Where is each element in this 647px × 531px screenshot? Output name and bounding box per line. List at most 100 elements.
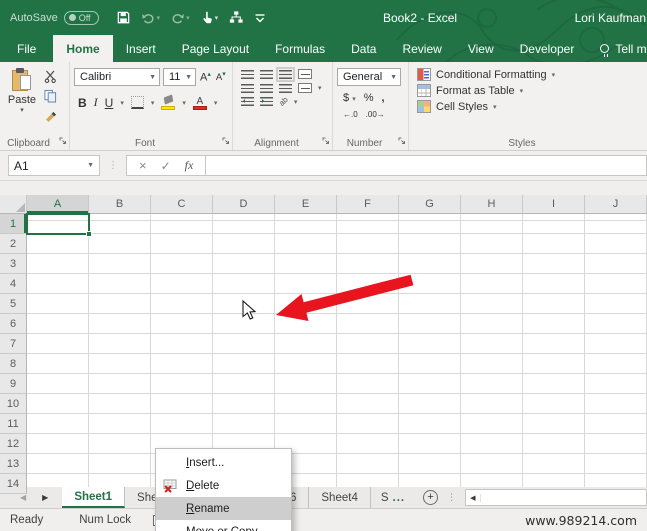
horizontal-scrollbar[interactable]: ◀ (465, 489, 647, 506)
align-center-button[interactable] (260, 84, 273, 93)
row-header[interactable]: 10 (0, 394, 27, 414)
italic-button[interactable]: I (94, 95, 98, 110)
redo-dropdown-icon[interactable]: ▾ (186, 14, 190, 22)
ribbon-tab[interactable]: Home (53, 35, 112, 62)
number-format-select[interactable]: General▼ (337, 68, 401, 86)
context-menu-item[interactable]: Delete (156, 474, 291, 497)
new-sheet-button[interactable]: + (423, 490, 438, 505)
formula-input[interactable] (206, 155, 647, 176)
redo-icon[interactable]: ▾ (167, 9, 193, 27)
touch-mode-dropdown-icon[interactable]: ▾ (215, 14, 219, 22)
row-header[interactable]: 14 (0, 474, 27, 494)
scroll-sheets-right-icon[interactable]: ▶ (42, 493, 48, 502)
select-all-corner[interactable] (0, 195, 27, 214)
ribbon-tab[interactable]: Tell m (587, 35, 646, 62)
orientation-button[interactable]: ab (277, 95, 290, 108)
font-size-select[interactable]: 11▼ (163, 68, 196, 86)
wrap-text-button[interactable] (298, 69, 312, 79)
column-header[interactable]: J (585, 195, 647, 214)
row-header[interactable]: 7 (0, 334, 27, 354)
row-header[interactable]: 13 (0, 454, 27, 474)
row-header[interactable]: 1 (0, 214, 27, 234)
fill-color-dropdown-icon[interactable]: ▾ (182, 99, 186, 107)
column-header[interactable]: G (399, 195, 461, 214)
insert-function-icon[interactable]: fx (185, 158, 194, 173)
font-name-select[interactable]: Calibri▼ (74, 68, 160, 86)
copy-icon[interactable] (44, 89, 57, 103)
ribbon-tab[interactable]: File (0, 35, 53, 62)
styles-button[interactable]: Format as Table ▾ (417, 84, 643, 97)
org-chart-icon[interactable] (225, 8, 247, 27)
column-header[interactable]: A (27, 195, 89, 214)
decrease-font-size-button[interactable]: A▾ (215, 70, 227, 83)
row-header[interactable]: 3 (0, 254, 27, 274)
align-bottom-button[interactable] (279, 70, 292, 79)
row-header[interactable]: 6 (0, 314, 27, 334)
row-header[interactable]: 11 (0, 414, 27, 434)
comma-format-button[interactable]: , (381, 92, 384, 104)
ribbon-tab[interactable]: Formulas (262, 35, 338, 62)
alignment-dialog-launcher-icon[interactable] (322, 134, 330, 148)
fill-handle[interactable] (86, 231, 92, 237)
cells-grid[interactable] (27, 214, 647, 487)
borders-dropdown-icon[interactable]: ▾ (151, 99, 155, 107)
save-icon[interactable] (113, 8, 134, 27)
sheet-tab-truncated[interactable]: S ... (371, 487, 415, 508)
fill-color-button[interactable] (161, 96, 175, 110)
decrease-indent-button[interactable] (241, 97, 254, 106)
percent-format-button[interactable]: % (364, 92, 374, 104)
align-middle-button[interactable] (260, 70, 273, 79)
decrease-decimal-button[interactable]: .00→ (366, 110, 385, 119)
ribbon-tab[interactable]: Data (338, 35, 389, 62)
sheet-tab[interactable]: Sheet1 (62, 487, 125, 508)
underline-button[interactable]: U (105, 96, 114, 110)
clipboard-dialog-launcher-icon[interactable] (59, 134, 67, 148)
scroll-sheets-left-icon[interactable]: ◀ (20, 493, 26, 502)
font-dialog-launcher-icon[interactable] (222, 134, 230, 148)
column-header[interactable]: E (275, 195, 337, 214)
enter-icon[interactable]: ✓ (161, 159, 171, 173)
increase-decimal-button[interactable]: ←.0 (343, 110, 358, 119)
align-top-button[interactable] (241, 70, 254, 79)
tab-bar-grip[interactable]: ⋮ (447, 492, 456, 503)
font-color-button[interactable]: A (193, 96, 207, 110)
formula-bar-grip[interactable]: ⋮ (108, 160, 118, 171)
column-header[interactable]: D (213, 195, 275, 214)
orientation-dropdown-icon[interactable]: ▾ (294, 98, 298, 106)
column-header[interactable]: F (337, 195, 399, 214)
column-header[interactable]: I (523, 195, 585, 214)
row-header[interactable]: 12 (0, 434, 27, 454)
context-menu-item[interactable]: Insert... (156, 451, 291, 474)
row-header[interactable]: 9 (0, 374, 27, 394)
column-header[interactable]: C (151, 195, 213, 214)
cancel-icon[interactable]: × (139, 158, 147, 173)
name-box[interactable]: A1 ▼ (8, 155, 100, 176)
customize-qat-icon[interactable] (251, 9, 269, 27)
autosave-switch[interactable]: Off (64, 11, 99, 25)
ribbon-tab[interactable]: Page Layout (169, 35, 262, 62)
user-account-name[interactable]: Lori Kaufman (575, 0, 647, 35)
align-right-button[interactable] (279, 84, 292, 93)
paste-dropdown-icon[interactable]: ▾ (5, 106, 39, 114)
undo-dropdown-icon[interactable]: ▾ (157, 14, 161, 22)
increase-indent-button[interactable] (260, 97, 273, 106)
merge-center-button[interactable] (298, 83, 312, 93)
underline-dropdown-icon[interactable]: ▾ (120, 99, 124, 107)
column-header[interactable]: H (461, 195, 523, 214)
align-left-button[interactable] (241, 84, 254, 93)
row-header[interactable]: 4 (0, 274, 27, 294)
context-menu-item[interactable]: Rename (156, 497, 291, 520)
autosave-toggle[interactable]: AutoSave Off (10, 11, 99, 25)
row-header[interactable]: 8 (0, 354, 27, 374)
currency-format-button[interactable]: $ ▾ (343, 92, 356, 104)
styles-button[interactable]: Conditional Formatting ▾ (417, 68, 643, 81)
ribbon-tab[interactable]: View (455, 35, 507, 62)
touch-mouse-mode-icon[interactable]: ▾ (197, 8, 222, 27)
format-painter-icon[interactable] (44, 109, 57, 122)
number-dialog-launcher-icon[interactable] (398, 134, 406, 148)
cut-icon[interactable] (44, 70, 57, 83)
ribbon-tab[interactable]: Insert (113, 35, 169, 62)
font-color-dropdown-icon[interactable]: ▾ (214, 99, 218, 107)
increase-font-size-button[interactable]: A▴ (199, 70, 212, 84)
scrollbar-left-arrow-icon[interactable]: ◀ (466, 494, 480, 502)
